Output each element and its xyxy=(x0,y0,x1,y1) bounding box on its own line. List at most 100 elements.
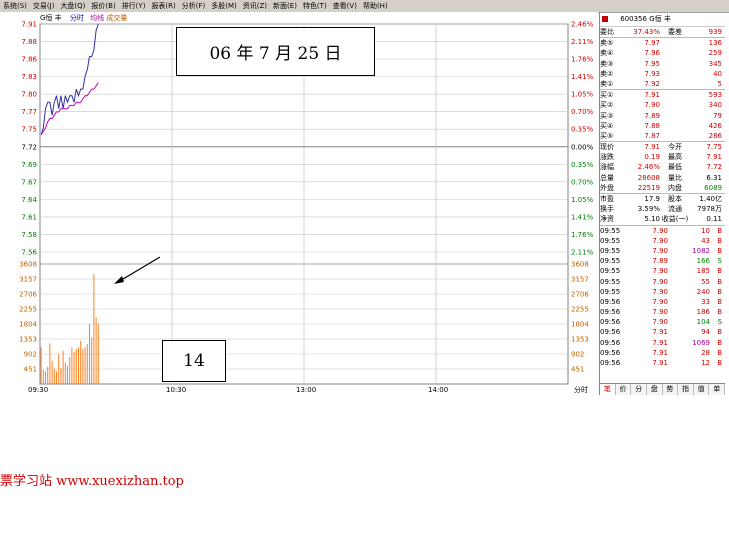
fund-value-2: 7978万 xyxy=(697,205,722,214)
quote-row: 买① 7.91 593 xyxy=(600,89,725,100)
time-label: 09:30 xyxy=(28,386,48,394)
volume-tick-label: 451 xyxy=(24,366,37,374)
price-tick-label: 7.72 xyxy=(21,143,37,151)
tick-side: B xyxy=(717,359,722,367)
stat-label-2: 内盘 xyxy=(668,183,682,192)
tick-time: 09:56 xyxy=(600,308,621,317)
quote-row: 09:55 7.89 166 S xyxy=(600,256,725,266)
menu-item-6[interactable]: 分析(F) xyxy=(179,0,209,12)
pct-tick-label: 2.11% xyxy=(571,38,594,46)
quote-row: 09:56 7.90 104 S xyxy=(600,317,725,327)
buy-level-label: 买① xyxy=(600,91,614,100)
volume-tick-label-right: 3608 xyxy=(571,261,589,269)
quote-tab-1[interactable]: 价 xyxy=(616,384,632,395)
tick-time: 09:55 xyxy=(600,277,621,286)
quote-tab-6[interactable]: 值 xyxy=(694,384,710,395)
buy-volume: 426 xyxy=(708,121,722,130)
tick-price: 7.91 xyxy=(652,328,668,337)
arrow-shaft xyxy=(117,256,161,283)
count-annotation: 14 xyxy=(162,340,226,382)
tick-price: 7.91 xyxy=(652,348,668,357)
avg-line-label: 均线 xyxy=(90,14,105,22)
pct-tick-label: 0.70% xyxy=(571,178,594,186)
tick-time: 09:55 xyxy=(600,287,621,296)
quote-tab-3[interactable]: 盘 xyxy=(647,384,663,395)
tick-price: 7.90 xyxy=(652,246,668,255)
fund-label-2: 收益(一) xyxy=(661,215,689,224)
quote-row: 现价 7.91 今开 7.75 xyxy=(600,141,725,152)
quote-row: 09:55 7.90 55 B xyxy=(600,277,725,287)
price-tick-label: 7.80 xyxy=(21,91,37,99)
buy-price: 7.89 xyxy=(644,111,660,120)
menu-item-5[interactable]: 报表(R) xyxy=(148,0,178,12)
tab-intraday[interactable]: 分时 xyxy=(70,14,84,22)
time-label: 14:00 xyxy=(428,386,448,394)
quote-panel: 600356 G恒 丰 委比 37.43% 委差 939 卖⑤ 7.97 136 卖④ 7.96… xyxy=(599,12,725,395)
pct-tick-label: 1.76% xyxy=(571,56,594,64)
pct-tick-label: 0.00% xyxy=(571,143,594,151)
quote-row: 涨跌 0.19 最高 7.91 xyxy=(600,152,725,162)
menu-item-0[interactable]: 系统(S) xyxy=(0,0,30,12)
quote-tab-0[interactable]: 笔 xyxy=(600,384,616,395)
menu-item-3[interactable]: 报价(B) xyxy=(88,0,118,12)
quote-row: 卖① 7.92 5 xyxy=(600,79,725,89)
time-corner-label: 分时 xyxy=(574,385,588,394)
sell-volume: 259 xyxy=(708,49,722,58)
volume-tick-label: 2255 xyxy=(19,306,37,314)
price-tick-label: 7.88 xyxy=(21,38,37,46)
quote-tab-4[interactable]: 势 xyxy=(663,384,679,395)
sell-volume: 40 xyxy=(713,69,722,78)
stat-value-2: 7.91 xyxy=(706,153,722,162)
volume-tick-label: 2706 xyxy=(19,291,37,299)
tick-time: 09:56 xyxy=(600,359,621,367)
quote-row: 买② 7.90 340 xyxy=(600,100,725,110)
quote-row: 09:55 7.90 240 B xyxy=(600,287,725,297)
quote-row: 换手 3.59% 流通 7978万 xyxy=(600,204,725,214)
pct-tick-label: 1.41% xyxy=(571,213,594,221)
tick-side: S xyxy=(717,318,722,327)
quote-title: 600356 G恒 丰 xyxy=(600,12,725,27)
menu-item-9[interactable]: 新面(E) xyxy=(270,0,300,12)
price-tick-label: 7.61 xyxy=(21,213,37,221)
stock-flag-icon xyxy=(602,16,608,22)
sell-level-label: 卖④ xyxy=(600,49,614,58)
stock-name: G恒 丰 xyxy=(40,14,62,22)
volume-tick-label-right: 1804 xyxy=(571,321,589,329)
stat-label: 涨跌 xyxy=(600,153,614,162)
quote-row: 总量 28608 量比 6.31 xyxy=(600,173,725,183)
quote-tab-7[interactable]: 单 xyxy=(709,384,725,395)
price-tick-label: 7.58 xyxy=(21,231,37,239)
menu-item-8[interactable]: 资讯(Z) xyxy=(240,0,270,12)
fund-value-2: 0.11 xyxy=(706,215,722,224)
menu-item-10[interactable]: 特色(T) xyxy=(300,0,330,12)
pct-tick-label: 1.41% xyxy=(571,73,594,81)
fund-value: 5.10 xyxy=(644,215,660,224)
tick-time: 09:55 xyxy=(600,236,621,245)
tick-price: 7.90 xyxy=(652,236,668,245)
menu-item-11[interactable]: 查看(V) xyxy=(330,0,360,12)
menu-item-1[interactable]: 交易(J) xyxy=(30,0,58,12)
chart-header: G恒 丰 分时 均线 成交量 xyxy=(40,13,127,23)
tick-side: B xyxy=(717,308,722,317)
price-tick-label: 7.83 xyxy=(21,73,37,81)
tick-time: 09:55 xyxy=(600,226,621,235)
menu-item-4[interactable]: 排行(Y) xyxy=(119,0,149,12)
volume-tick-label-right: 1353 xyxy=(571,336,589,344)
stat-value: 22519 xyxy=(637,183,660,192)
pct-tick-label: 0.70% xyxy=(571,108,594,116)
tick-side: B xyxy=(717,338,722,347)
stat-label: 总量 xyxy=(600,173,614,182)
quote-tab-5[interactable]: 指 xyxy=(678,384,694,395)
sell-level-label: 卖⑤ xyxy=(600,39,614,48)
menu-item-12[interactable]: 帮助(H) xyxy=(360,0,391,12)
tick-price: 7.90 xyxy=(652,287,668,296)
price-tick-label: 7.67 xyxy=(21,178,37,186)
quote-row: 净资 5.10 收益(一) 0.11 xyxy=(600,214,725,224)
sell-volume: 345 xyxy=(708,59,722,68)
menu-item-7[interactable]: 多股(M) xyxy=(208,0,240,12)
tick-side: B xyxy=(717,287,722,296)
menu-item-2[interactable]: 大盘(Q) xyxy=(57,0,88,12)
watermark: 票学习站 www.xuexizhan.top xyxy=(0,474,184,489)
quote-tab-2[interactable]: 分 xyxy=(631,384,647,395)
stat-value: 28608 xyxy=(637,173,660,182)
